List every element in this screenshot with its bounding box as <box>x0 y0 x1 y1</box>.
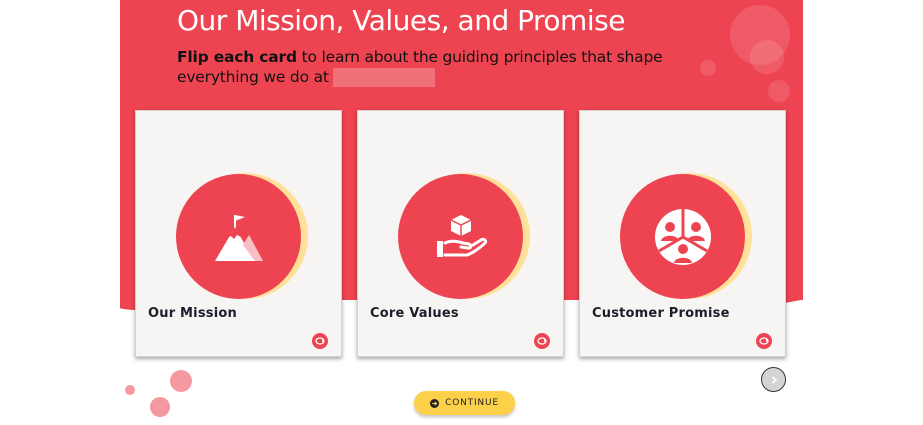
card-core-values[interactable]: Core Values <box>357 110 564 357</box>
bokeh-decoration <box>150 397 170 417</box>
page-subtitle: Flip each card to learn about the guidin… <box>177 47 697 87</box>
card-customer-promise[interactable]: Customer Promise <box>579 110 786 357</box>
bokeh-decoration <box>768 80 790 102</box>
bokeh-decoration <box>750 40 784 74</box>
people-pie-icon <box>654 208 711 265</box>
flip-card-button[interactable] <box>312 333 328 349</box>
card-label: Our Mission <box>148 306 237 321</box>
next-card-button[interactable] <box>761 367 786 392</box>
redacted-company-name <box>332 68 435 87</box>
card-icon-badge <box>176 173 308 299</box>
flip-icon <box>315 337 325 345</box>
mountain-flag-icon <box>214 214 263 261</box>
chevron-right-icon <box>771 375 777 384</box>
card-icon-badge <box>620 173 752 299</box>
bokeh-decoration <box>170 370 192 392</box>
arrow-right-circle-icon <box>430 398 440 408</box>
flip-card-button[interactable] <box>756 333 772 349</box>
bokeh-decoration <box>125 385 135 395</box>
slide-stage: Our Mission, Values, and Promise Flip ea… <box>120 0 803 425</box>
hand-box-icon <box>436 214 487 257</box>
flip-icon <box>759 337 769 345</box>
card-label: Core Values <box>370 306 459 321</box>
page-title: Our Mission, Values, and Promise <box>177 4 625 37</box>
card-our-mission[interactable]: Our Mission <box>135 110 342 357</box>
continue-button[interactable]: CONTINUE <box>414 391 515 415</box>
subtitle-emphasis: Flip each card <box>177 48 297 66</box>
bokeh-decoration <box>700 60 716 76</box>
card-icon-badge <box>398 173 530 299</box>
flip-card-button[interactable] <box>534 333 550 349</box>
continue-label: CONTINUE <box>445 398 499 408</box>
card-label: Customer Promise <box>592 306 730 321</box>
flip-icon <box>537 337 547 345</box>
